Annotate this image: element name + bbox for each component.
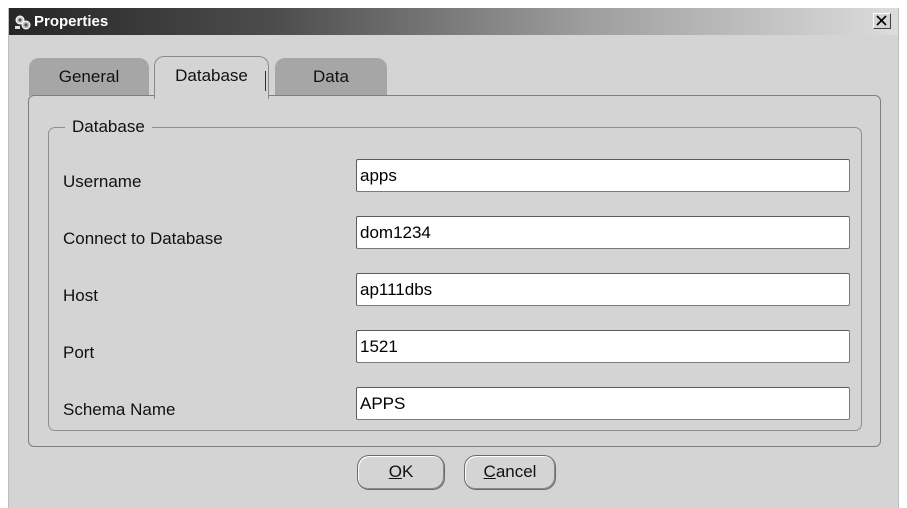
properties-icon (14, 13, 32, 31)
schema-name-label: Schema Name (63, 400, 176, 419)
cancel-button[interactable]: Cancel (464, 455, 556, 490)
tab-data[interactable]: Data (275, 58, 387, 96)
host-field[interactable] (356, 273, 850, 306)
connect-to-database-label: Connect to Database (63, 229, 223, 248)
cancel-mnemonic: C (483, 462, 496, 481)
tab-general[interactable]: General (29, 58, 149, 96)
tab-database[interactable]: Database (154, 56, 269, 99)
close-icon (876, 15, 887, 26)
schema-name-field[interactable] (356, 387, 850, 420)
ok-button[interactable]: OK (357, 455, 445, 490)
tab-panel-database: Database Username Connect to Database Ho… (28, 95, 881, 447)
ok-mnemonic: O (388, 462, 402, 481)
close-button[interactable] (873, 13, 891, 29)
database-groupbox: Database Username Connect to Database Ho… (48, 116, 862, 431)
host-label: Host (63, 286, 98, 305)
port-field[interactable] (356, 330, 850, 363)
port-label: Port (63, 343, 95, 362)
title-bar[interactable]: Properties (9, 8, 898, 35)
cancel-label-rest: ancel (495, 462, 537, 481)
username-field[interactable] (356, 159, 850, 192)
properties-dialog: Properties General Database Data Databas… (8, 8, 899, 508)
username-label: Username (63, 172, 142, 191)
dialog-title: Properties (34, 13, 109, 30)
groupbox-title: Database (65, 116, 152, 138)
connect-to-database-field[interactable] (356, 216, 850, 249)
ok-label-rest: K (401, 462, 414, 481)
